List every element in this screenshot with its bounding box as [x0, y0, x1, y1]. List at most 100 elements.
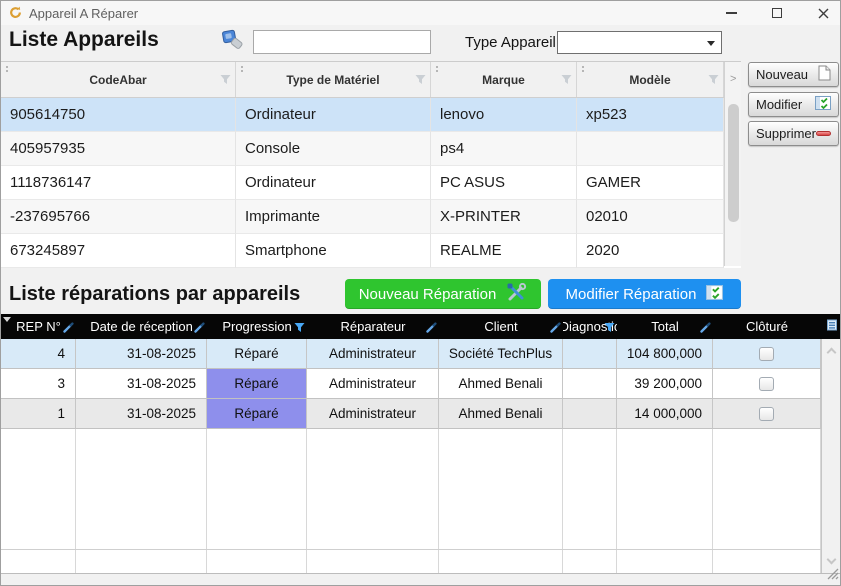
column-header-codeabar[interactable]: CodeAbar [1, 62, 236, 97]
column-label: Modèle [629, 73, 670, 87]
cell-client: Société TechPlus [439, 339, 563, 369]
cloture-checkbox[interactable] [759, 377, 774, 391]
cloture-checkbox[interactable] [759, 347, 774, 361]
cell-marque: REALME [431, 234, 577, 268]
filter-icon[interactable] [708, 74, 719, 88]
cell-progression: Réparé [207, 399, 307, 429]
column-label: Type de Matériel [286, 73, 379, 87]
vertical-scrollbar[interactable] [821, 339, 841, 573]
edit-pen-icon[interactable] [550, 321, 561, 336]
cell-total: 14 000,000 [617, 399, 713, 429]
table-row[interactable]: 405957935 Console ps4 [1, 132, 741, 166]
column-header-modele[interactable]: Modèle [577, 62, 724, 97]
cell-modele: GAMER [577, 166, 724, 200]
search-input[interactable] [253, 30, 431, 54]
column-header-rep[interactable]: REP N° [1, 314, 76, 339]
cloture-checkbox[interactable] [759, 407, 774, 421]
table-row[interactable]: -237695766 Imprimante X-PRINTER 02010 [1, 200, 741, 234]
cell-date: 31-08-2025 [76, 369, 207, 399]
cell-diagnostic [563, 339, 617, 369]
edit-pen-icon[interactable] [426, 321, 437, 336]
cell-type: Console [236, 132, 431, 166]
type-appareil-select[interactable] [557, 31, 722, 54]
checklist-icon [815, 96, 831, 113]
column-label: CodeAbar [89, 73, 146, 87]
column-header-cloture[interactable]: Clôturé [713, 314, 821, 339]
column-label: Client [484, 319, 517, 334]
cell-cloture [713, 399, 821, 429]
cell-type: Smartphone [236, 234, 431, 268]
cell-type: Ordinateur [236, 98, 431, 132]
table-row-selected[interactable]: 905614750 Ordinateur lenovo xp523 [1, 98, 741, 132]
column-header-client[interactable]: Client [439, 314, 563, 339]
filter-icon[interactable] [561, 74, 572, 88]
vertical-scrollbar[interactable]: > [724, 62, 741, 266]
new-file-icon [818, 65, 831, 84]
modifier-reparation-button[interactable]: Modifier Réparation [548, 279, 741, 309]
close-button[interactable] [809, 1, 837, 25]
table-row[interactable]: 3 31-08-2025 Réparé Administrateur Ahmed… [1, 369, 841, 399]
scrollbar-thumb[interactable] [728, 104, 739, 222]
nouveau-button[interactable]: Nouveau [748, 62, 839, 87]
table-row[interactable]: 1 31-08-2025 Réparé Administrateur Ahmed… [1, 399, 841, 429]
scroll-up-icon[interactable] [827, 348, 837, 358]
cell-client: Ahmed Benali [439, 399, 563, 429]
minus-icon [816, 131, 831, 136]
cell-codeabar: 1118736147 [1, 166, 236, 200]
cell-total: 104 800,000 [617, 339, 713, 369]
drag-handle-icon [436, 66, 438, 68]
window-title: Appareil A Réparer [29, 6, 138, 21]
cell-cloture [713, 339, 821, 369]
modifier-button[interactable]: Modifier [748, 92, 839, 117]
button-label: Supprimer [756, 126, 816, 141]
column-label: Date de réception [90, 319, 193, 334]
column-header-reparateur[interactable]: Réparateur [307, 314, 439, 339]
table-row[interactable]: 673245897 Smartphone REALME 2020 [1, 234, 741, 268]
column-header-type[interactable]: Type de Matériel [236, 62, 431, 97]
app-icon [9, 6, 22, 24]
status-strip [1, 573, 841, 586]
supprimer-button[interactable]: Supprimer [748, 121, 839, 146]
cell-cloture [713, 369, 821, 399]
page-title: Liste Appareils [9, 28, 159, 52]
appareils-table-header: CodeAbar Type de Matériel Marque [1, 62, 741, 98]
column-header-marque[interactable]: Marque [431, 62, 577, 97]
barcode-scanner-icon [219, 27, 247, 60]
resize-grip-icon[interactable] [827, 567, 839, 585]
column-header-progression[interactable]: Progression [207, 314, 307, 339]
filter-icon[interactable] [294, 321, 305, 336]
column-header-total[interactable]: Total [617, 314, 713, 339]
cell-modele: 2020 [577, 234, 724, 268]
checklist-icon [706, 285, 723, 304]
cell-codeabar: 405957935 [1, 132, 236, 166]
table-row[interactable]: 1118736147 Ordinateur PC ASUS GAMER [1, 166, 741, 200]
minimize-button[interactable] [717, 1, 745, 25]
maximize-button[interactable] [763, 1, 791, 25]
edit-pen-icon[interactable] [700, 321, 711, 336]
chevron-down-icon [707, 41, 715, 50]
table-row-selected[interactable]: 4 31-08-2025 Réparé Administrateur Socié… [1, 339, 841, 369]
column-header-date[interactable]: Date de réception [76, 314, 207, 339]
column-chooser-cell[interactable] [821, 314, 841, 339]
scroll-right-icon: > [730, 73, 736, 85]
cell-client: Ahmed Benali [439, 369, 563, 399]
edit-pen-icon[interactable] [194, 321, 205, 336]
column-label: Clôturé [746, 319, 788, 334]
scroll-down-icon[interactable] [827, 555, 837, 565]
cell-marque: X-PRINTER [431, 200, 577, 234]
button-label: Nouveau Réparation [359, 286, 497, 303]
cell-diagnostic [563, 369, 617, 399]
app-window: Appareil A Réparer Liste Appareils Type … [0, 0, 841, 586]
cell-marque: lenovo [431, 98, 577, 132]
nouveau-reparation-button[interactable]: Nouveau Réparation [345, 279, 541, 309]
filter-icon[interactable] [220, 74, 231, 88]
filter-icon[interactable] [604, 321, 615, 336]
column-label: REP N° [16, 319, 61, 334]
button-label: Nouveau [756, 67, 808, 82]
edit-pen-icon[interactable] [63, 321, 74, 336]
column-chooser-icon[interactable] [826, 319, 838, 334]
type-appareil-label: Type Appareil [465, 34, 556, 51]
cell-date: 31-08-2025 [76, 399, 207, 429]
filter-icon[interactable] [415, 74, 426, 88]
column-header-diagnostic[interactable]: Diagnostic [563, 314, 617, 339]
